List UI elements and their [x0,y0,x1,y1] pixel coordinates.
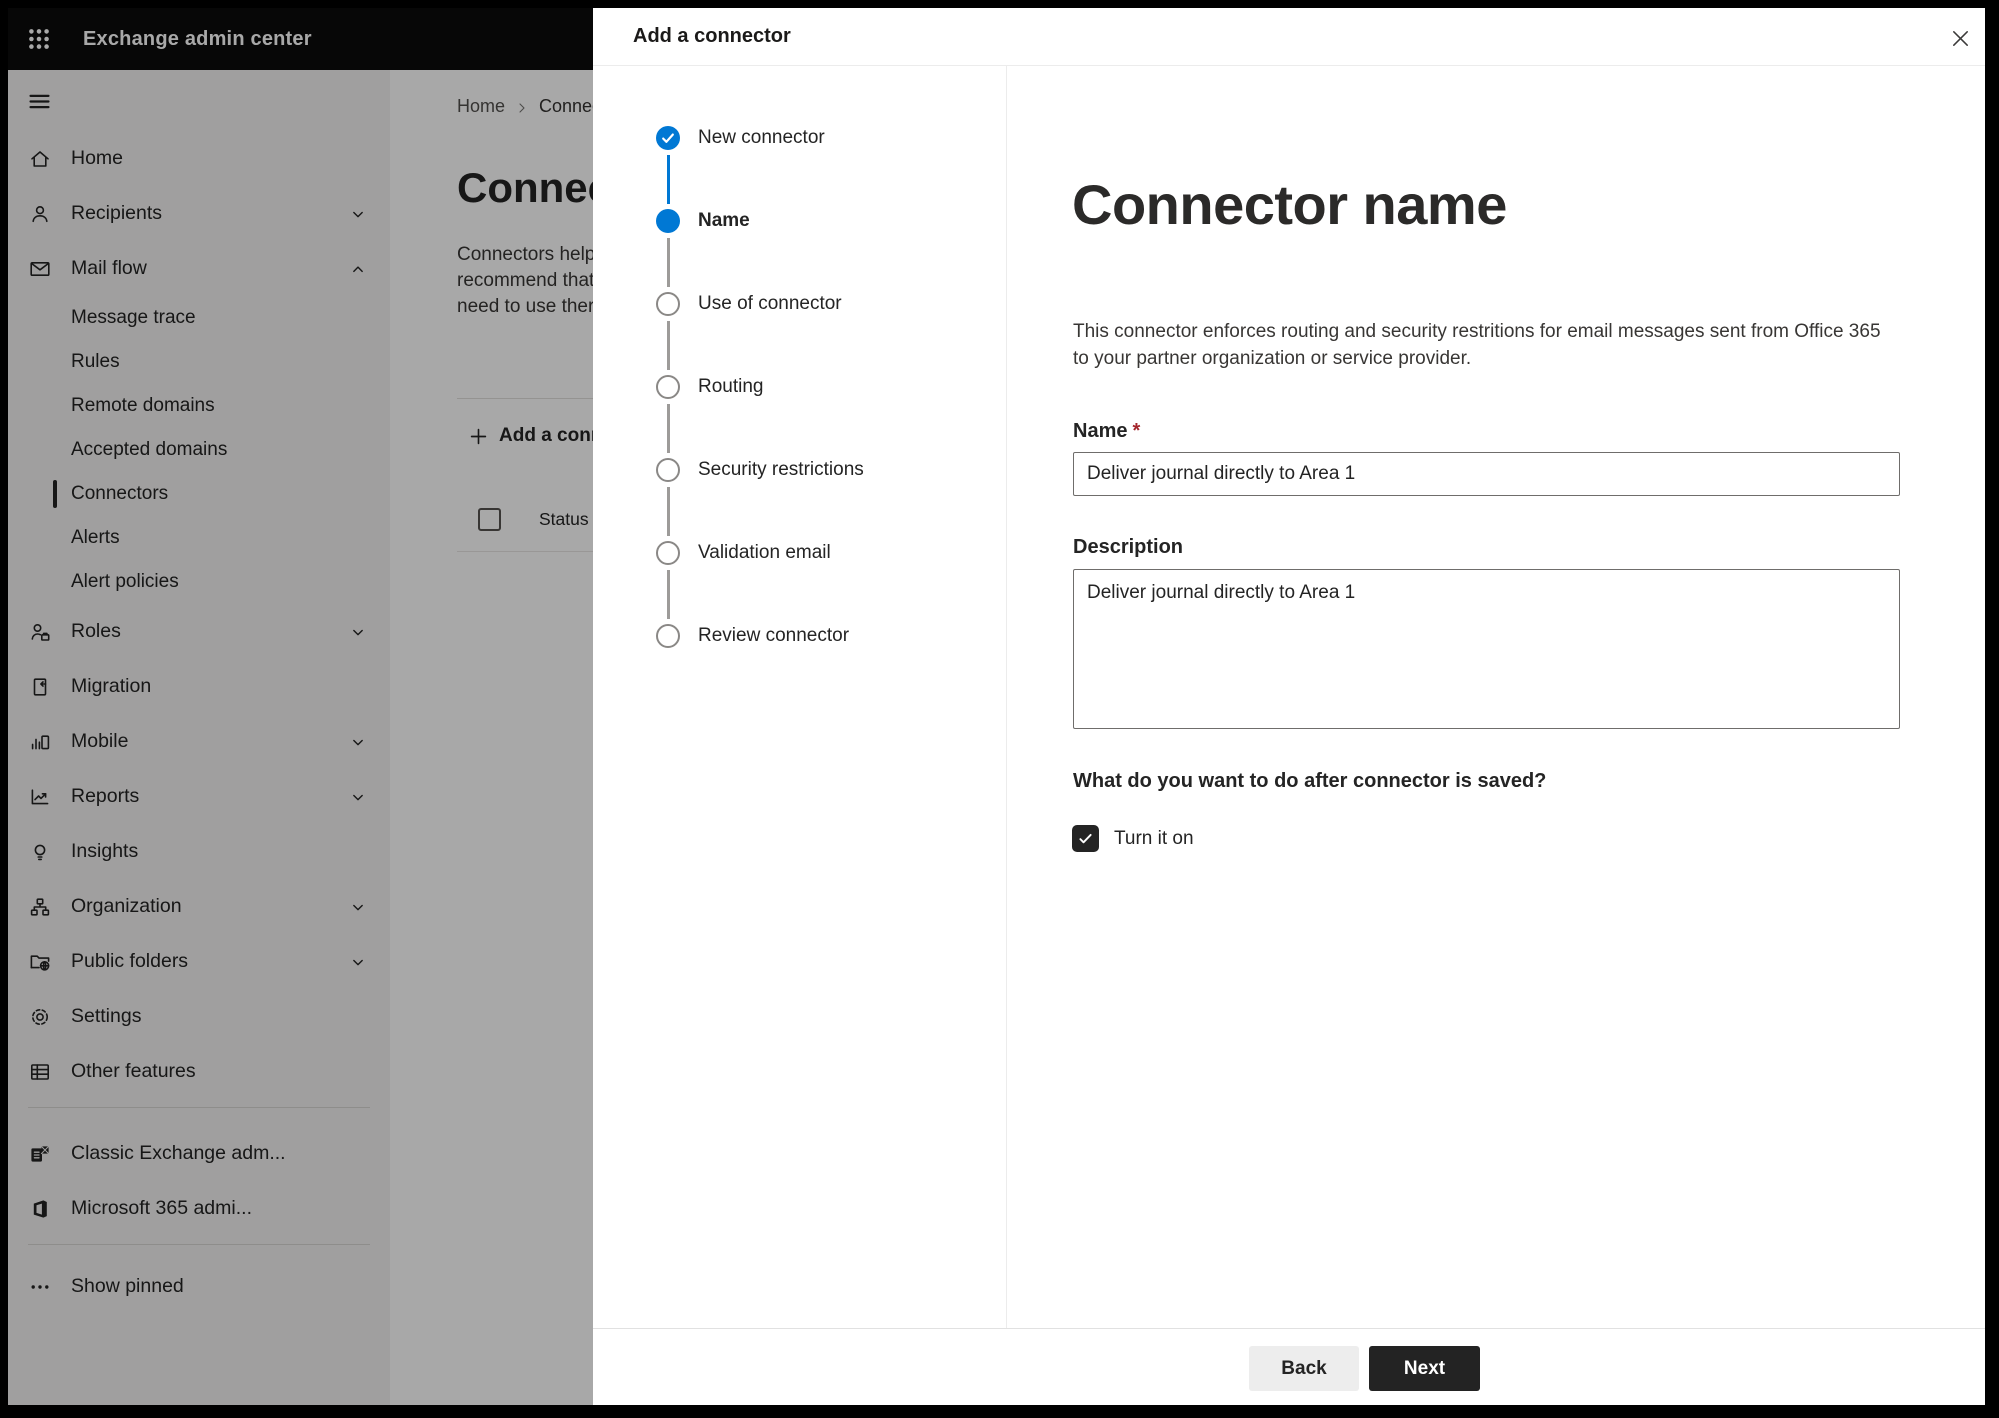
step-use-of-connector-label[interactable]: Use of connector [698,291,842,317]
name-input[interactable] [1073,452,1900,496]
divider [593,65,1985,66]
back-button[interactable]: Back [1249,1346,1359,1391]
step-security-restrictions-indicator[interactable] [656,458,680,482]
step-new-connector-indicator[interactable] [656,126,680,150]
divider [593,1328,1985,1329]
next-button[interactable]: Next [1369,1346,1480,1391]
step-validation-email-label[interactable]: Validation email [698,540,831,566]
step-review-connector-indicator[interactable] [656,624,680,648]
step-connector-line [667,155,670,204]
description-textarea[interactable]: Deliver journal directly to Area 1 [1073,569,1900,729]
name-field-label: Name * [1073,420,1141,442]
step-connector-line [667,404,670,453]
step-connector-line [667,321,670,370]
divider [1006,66,1007,1328]
add-connector-dialog: Add a connector New connector Name Use o… [593,8,1985,1405]
step-name-indicator[interactable] [656,209,680,233]
step-routing-label[interactable]: Routing [698,374,764,400]
description-field-label: Description [1073,536,1184,558]
step-connector-line [667,238,670,287]
turn-it-on-label: Turn it on [1114,827,1194,849]
turn-it-on-row: Turn it on [1072,825,1194,852]
required-asterisk: * [1132,420,1141,442]
dialog-title: Add a connector [633,25,791,47]
step-name-label[interactable]: Name [698,208,750,234]
exchange-admin-center-app: { "topbar": { "title": "Exchange admin c… [0,0,1999,1418]
close-icon[interactable] [1939,17,1981,59]
step-security-restrictions-label[interactable]: Security restrictions [698,457,864,483]
turn-it-on-checkbox[interactable] [1072,825,1099,852]
screen: Exchange admin center Home Recipients Ma… [8,8,1985,1405]
step-routing-indicator[interactable] [656,375,680,399]
connector-name-heading: Connector name [1072,173,1507,236]
step-connector-line [667,487,670,536]
step-use-of-connector-indicator[interactable] [656,292,680,316]
connector-description-text: This connector enforces routing and secu… [1073,321,1881,369]
step-connector-line [667,570,670,619]
step-validation-email-indicator[interactable] [656,541,680,565]
step-review-connector-label[interactable]: Review connector [698,623,849,649]
after-save-question: What do you want to do after connector i… [1073,770,1547,792]
step-new-connector-label[interactable]: New connector [698,125,825,151]
